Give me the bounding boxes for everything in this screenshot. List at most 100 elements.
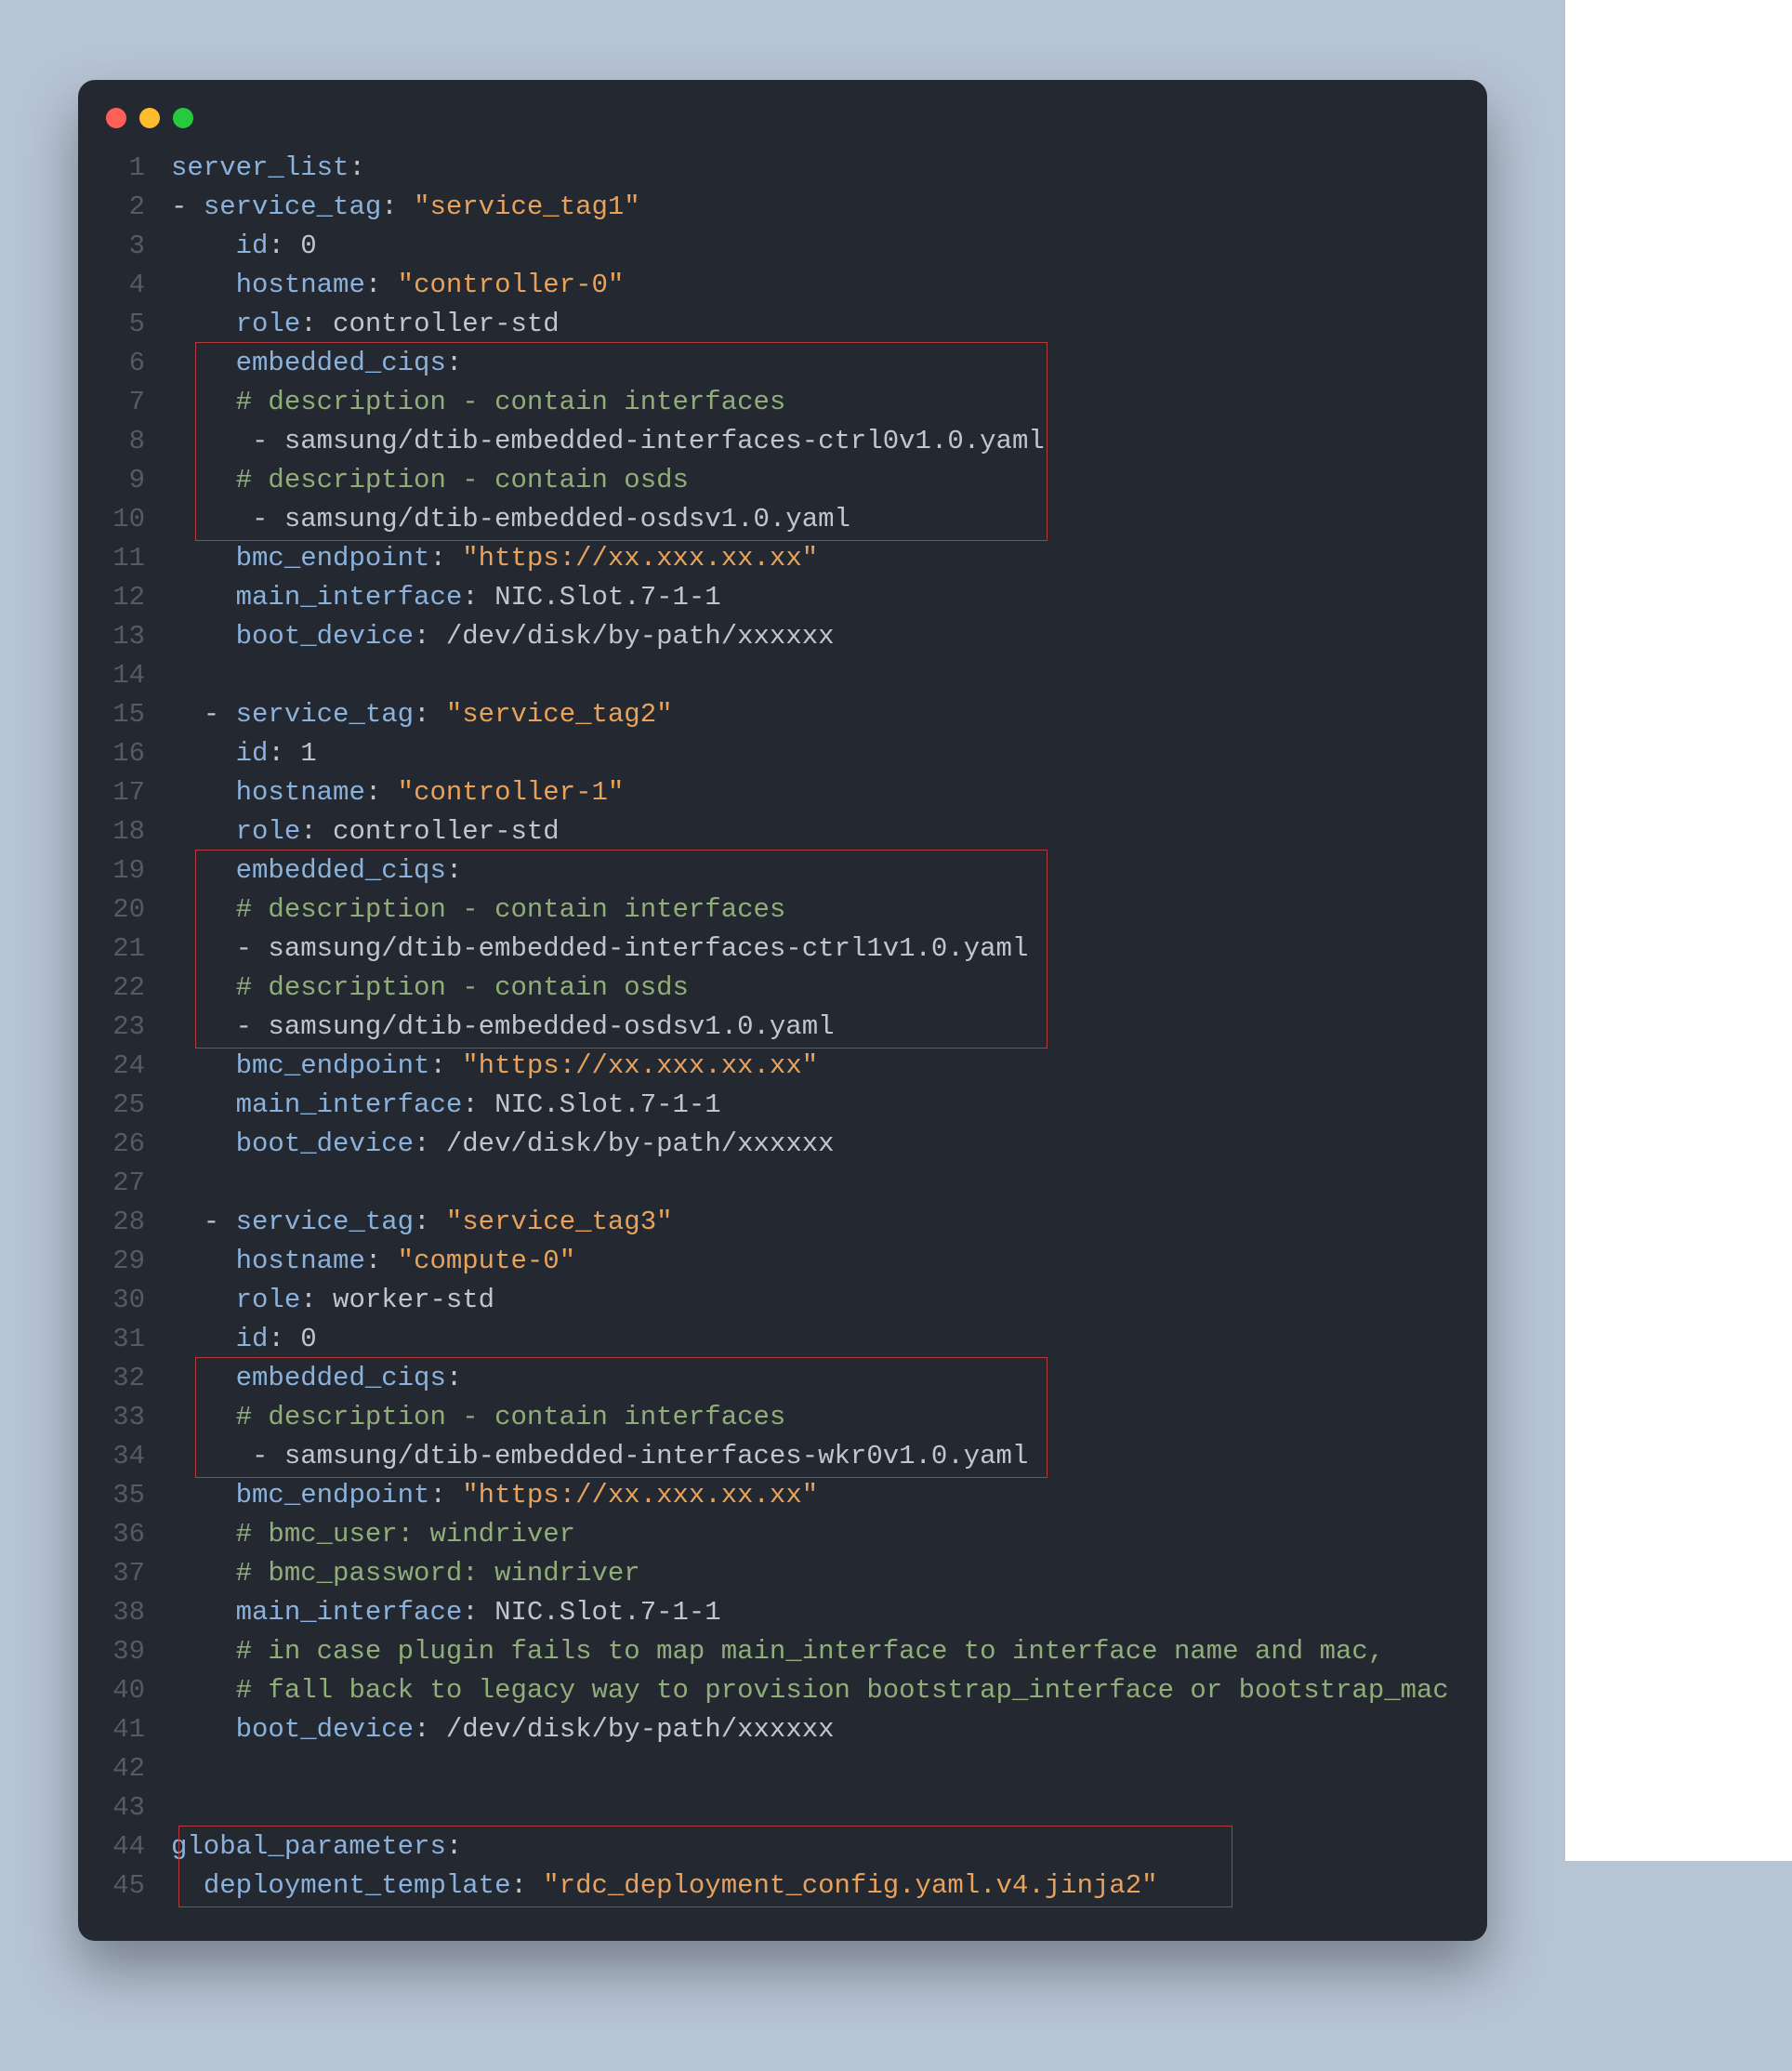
line-number: 39: [100, 1632, 145, 1671]
line-number: 3: [100, 227, 145, 266]
code-line: 25 main_interface: NIC.Slot.7-1-1: [100, 1086, 1456, 1125]
line-number: 36: [100, 1515, 145, 1554]
line-number: 12: [100, 578, 145, 617]
code-line: 27: [100, 1164, 1456, 1203]
line-number: 21: [100, 930, 145, 969]
page-margin-right: [1565, 0, 1792, 1861]
code-text: - samsung/dtib-embedded-osdsv1.0.yaml: [171, 500, 850, 539]
line-number: 40: [100, 1671, 145, 1710]
code-line: 7 # description - contain interfaces: [100, 383, 1456, 422]
code-text: # description - contain osds: [171, 969, 689, 1008]
line-number: 33: [100, 1398, 145, 1437]
code-text: - service_tag: "service_tag2": [171, 695, 673, 734]
code-line: 30 role: worker-std: [100, 1281, 1456, 1320]
code-line: 24 bmc_endpoint: "https://xx.xxx.xx.xx": [100, 1047, 1456, 1086]
code-text: # in case plugin fails to map main_inter…: [171, 1632, 1384, 1671]
code-text: - samsung/dtib-embedded-interfaces-ctrl1…: [171, 930, 1028, 969]
code-line: 5 role: controller-std: [100, 305, 1456, 344]
code-line: 11 bmc_endpoint: "https://xx.xxx.xx.xx": [100, 539, 1456, 578]
code-text: # description - contain interfaces: [171, 890, 785, 930]
code-line: 31 id: 0: [100, 1320, 1456, 1359]
line-number: 28: [100, 1203, 145, 1242]
code-text: embedded_ciqs:: [171, 1359, 462, 1398]
code-text: id: 0: [171, 1320, 317, 1359]
code-line: 10 - samsung/dtib-embedded-osdsv1.0.yaml: [100, 500, 1456, 539]
code-line: 42: [100, 1749, 1456, 1788]
code-text: deployment_template: "rdc_deployment_con…: [171, 1867, 1158, 1906]
code-area: 1server_list:2 - service_tag: "service_ta…: [100, 149, 1456, 1906]
code-line: 1server_list:: [100, 149, 1456, 188]
line-number: 16: [100, 734, 145, 773]
code-text: embedded_ciqs:: [171, 851, 462, 890]
code-text: embedded_ciqs:: [171, 344, 462, 383]
code-text: bmc_endpoint: "https://xx.xxx.xx.xx": [171, 1047, 818, 1086]
line-number: 26: [100, 1125, 145, 1164]
line-number: 30: [100, 1281, 145, 1320]
code-text: hostname: "controller-0": [171, 266, 624, 305]
code-text: - service_tag: "service_tag1": [171, 188, 640, 227]
code-line: 40 # fall back to legacy way to provisio…: [100, 1671, 1456, 1710]
code-text: # description - contain interfaces: [171, 1398, 785, 1437]
code-line: 21 - samsung/dtib-embedded-interfaces-ct…: [100, 930, 1456, 969]
code-text: main_interface: NIC.Slot.7-1-1: [171, 1593, 721, 1632]
code-text: main_interface: NIC.Slot.7-1-1: [171, 578, 721, 617]
code-text: - samsung/dtib-embedded-interfaces-wkr0v…: [171, 1437, 1028, 1476]
code-line: 9 # description - contain osds: [100, 461, 1456, 500]
line-number: 4: [100, 266, 145, 305]
code-line: 18 role: controller-std: [100, 812, 1456, 851]
line-number: 38: [100, 1593, 145, 1632]
code-line: 29 hostname: "compute-0": [100, 1242, 1456, 1281]
code-text: # description - contain interfaces: [171, 383, 785, 422]
code-text: # description - contain osds: [171, 461, 689, 500]
code-text: boot_device: /dev/disk/by-path/xxxxxx: [171, 1125, 835, 1164]
code-line: 12 main_interface: NIC.Slot.7-1-1: [100, 578, 1456, 617]
code-line: 34 - samsung/dtib-embedded-interfaces-wk…: [100, 1437, 1456, 1476]
code-line: 35 bmc_endpoint: "https://xx.xxx.xx.xx": [100, 1476, 1456, 1515]
code-text: - samsung/dtib-embedded-osdsv1.0.yaml: [171, 1008, 835, 1047]
line-number: 31: [100, 1320, 145, 1359]
line-number: 41: [100, 1710, 145, 1749]
line-number: 15: [100, 695, 145, 734]
code-line: 13 boot_device: /dev/disk/by-path/xxxxxx: [100, 617, 1456, 656]
code-text: boot_device: /dev/disk/by-path/xxxxxx: [171, 1710, 835, 1749]
code-line: 26 boot_device: /dev/disk/by-path/xxxxxx: [100, 1125, 1456, 1164]
code-line: 16 id: 1: [100, 734, 1456, 773]
line-number: 20: [100, 890, 145, 930]
code-line: 32 embedded_ciqs:: [100, 1359, 1456, 1398]
line-number: 37: [100, 1554, 145, 1593]
code-text: # fall back to legacy way to provision b…: [171, 1671, 1449, 1710]
line-number: 45: [100, 1867, 145, 1906]
line-number: 6: [100, 344, 145, 383]
code-line: 17 hostname: "controller-1": [100, 773, 1456, 812]
code-text: id: 0: [171, 227, 317, 266]
line-number: 19: [100, 851, 145, 890]
line-number: 18: [100, 812, 145, 851]
code-line: 2 - service_tag: "service_tag1": [100, 188, 1456, 227]
line-number: 14: [100, 656, 145, 695]
line-number: 22: [100, 969, 145, 1008]
code-line: 19 embedded_ciqs:: [100, 851, 1456, 890]
code-line: 8 - samsung/dtib-embedded-interfaces-ctr…: [100, 422, 1456, 461]
code-line: 4 hostname: "controller-0": [100, 266, 1456, 305]
code-text: boot_device: /dev/disk/by-path/xxxxxx: [171, 617, 835, 656]
code-line: 3 id: 0: [100, 227, 1456, 266]
line-number: 2: [100, 188, 145, 227]
line-number: 35: [100, 1476, 145, 1515]
code-line: 43: [100, 1788, 1456, 1827]
code-line: 20 # description - contain interfaces: [100, 890, 1456, 930]
maximize-icon: [173, 108, 193, 128]
window-traffic-lights: [106, 108, 1456, 128]
content-column: 1server_list:2 - service_tag: "service_ta…: [0, 0, 1565, 2071]
code-line: 33 # description - contain interfaces: [100, 1398, 1456, 1437]
code-text: # bmc_user: windriver: [171, 1515, 575, 1554]
line-number: 23: [100, 1008, 145, 1047]
code-text: id: 1: [171, 734, 317, 773]
line-number: 11: [100, 539, 145, 578]
line-number: 25: [100, 1086, 145, 1125]
code-line: 45 deployment_template: "rdc_deployment_…: [100, 1867, 1456, 1906]
code-line: 15 - service_tag: "service_tag2": [100, 695, 1456, 734]
code-text: bmc_endpoint: "https://xx.xxx.xx.xx": [171, 1476, 818, 1515]
code-line: 14: [100, 656, 1456, 695]
line-number: 32: [100, 1359, 145, 1398]
code-text: role: controller-std: [171, 812, 560, 851]
